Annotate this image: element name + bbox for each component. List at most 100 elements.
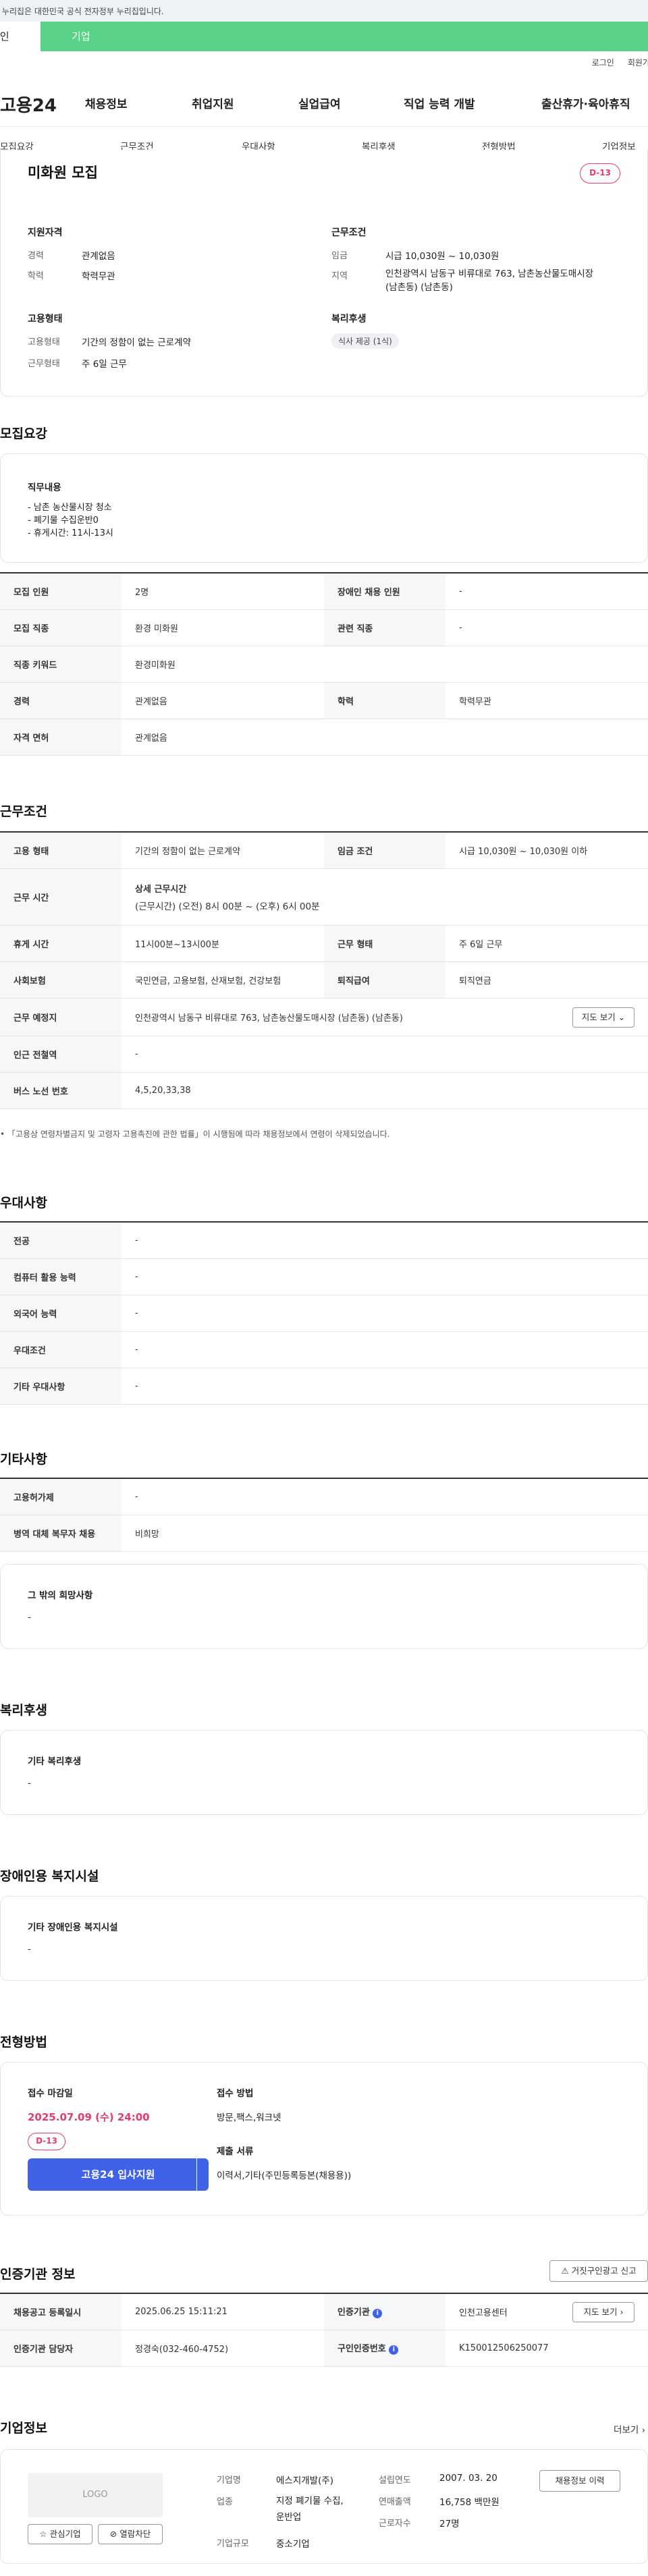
company-more-link[interactable]: 더보기 ›: [614, 2422, 645, 2436]
deadline-dday-badge: D-13: [28, 2133, 65, 2150]
table-row: 외국어 능력 -: [0, 1295, 648, 1332]
table-key: 인증기관 담당자: [0, 2330, 122, 2367]
login-link[interactable]: 로그인: [592, 58, 614, 67]
company-name-label: 기업명: [217, 2475, 241, 2486]
table-row: 모집 인원 2명 장애인 채용 인원 -: [0, 573, 648, 610]
etc-table: 고용허가제 - 병역 대체 복무자 채용 비희망: [0, 1478, 648, 1552]
emp-type-value: 기간의 정함이 없는 근로계약: [82, 337, 191, 348]
table-value: 환경미화원: [122, 646, 648, 683]
report-fake-ad-label: 거짓구인광고 신고: [571, 2266, 637, 2276]
nav-unemployment-benefit[interactable]: 실업급여: [298, 94, 341, 111]
nav-employment-support[interactable]: 취업지원: [192, 94, 234, 111]
table-value: 국민연금, 고용보험, 산재보험, 건강보험: [122, 961, 324, 999]
disabled-box-title: 기타 장애인용 복지시설: [28, 1922, 118, 1933]
table-key: 외국어 능력: [0, 1295, 122, 1332]
table-row: 고용허가제 -: [0, 1478, 648, 1515]
company-emp-label: 근로자수: [379, 2519, 411, 2529]
table-key: 직종 키워드: [0, 646, 122, 683]
join-link[interactable]: 회원가입: [628, 58, 648, 67]
map-view-button[interactable]: 지도 보기 ⌄: [572, 1007, 634, 1028]
table-key: 인증기관 i: [324, 2293, 446, 2330]
table-value: -: [122, 1222, 648, 1259]
table-value: 관계없음: [122, 682, 324, 719]
docs-value: 이력서,기타(주민등록등본(채용용)): [217, 2171, 352, 2181]
table-value: -: [122, 1478, 648, 1515]
table-value: -: [122, 1331, 648, 1368]
table-key: 사회보험: [0, 961, 122, 999]
table-row: 버스 노선 번호 4,5,20,33,38: [0, 1072, 648, 1109]
docs-label: 제출 서류: [217, 2146, 254, 2157]
table-key: 퇴직급여: [324, 961, 446, 999]
block-view-button[interactable]: ⊘ 열람차단: [98, 2524, 163, 2544]
time-value: (근무시간) (오전) 8시 00분 ~ (오후) 6시 00분: [135, 901, 320, 912]
table-value: 기간의 정함이 없는 근로계약: [122, 832, 324, 869]
company-more-label: 더보기: [614, 2425, 639, 2436]
block-label: 열람차단: [119, 2529, 151, 2539]
table-value: 퇴직연금: [446, 961, 648, 999]
utility-links: 로그인 회원가입: [578, 57, 648, 68]
table-row: 병역 대체 복무자 채용 비희망: [0, 1515, 648, 1552]
etc-wish-value: -: [28, 1612, 31, 1623]
tab-personal[interactable]: 개인: [0, 22, 40, 51]
duty-content: - 남촌 농산물시장 청소 - 폐기물 수집운반0 - 휴게시간: 11시-13…: [28, 501, 113, 540]
table-value: -: [446, 573, 648, 610]
star-icon: ☆: [39, 2529, 47, 2539]
welfare-box-value: -: [28, 1778, 31, 1789]
nav-jobs[interactable]: 채용정보: [85, 94, 128, 111]
table-row: 자격 면허 관계없음: [0, 719, 648, 756]
table-key: 자격 면허: [0, 719, 122, 756]
table-row: 휴게 시간 11시00분~13시00분 근무 형태 주 6일 근무: [0, 925, 648, 962]
emp-heading: 고용형태: [28, 314, 63, 325]
dday-badge: D-13: [580, 163, 620, 184]
table-key: 병역 대체 복무자 채용: [0, 1515, 122, 1552]
career-label: 경력: [28, 251, 44, 261]
table-key: 근무 시간: [0, 868, 122, 926]
site-logo[interactable]: 고용24: [0, 92, 57, 117]
disabled-box-value: -: [28, 1944, 31, 1955]
work-table: 고용 형태 기간의 정함이 없는 근로계약 임금 조건 시급 10,030원 ~…: [0, 831, 648, 1109]
apply-button[interactable]: 고용24 입사지원: [28, 2158, 209, 2191]
hiring-history-button[interactable]: 채용정보 이력: [539, 2470, 620, 2492]
chevron-right-icon: ›: [641, 2425, 645, 2436]
recruit-table: 모집 인원 2명 장애인 채용 인원 - 모집 직종 환경 미화원 관련 직종 …: [0, 572, 648, 756]
method-value: 방문,팩스,워크넷: [217, 2112, 281, 2123]
wage-value: 시급 10,030원 ~ 10,030원: [385, 251, 500, 262]
table-row: 모집 직종 환경 미화원 관련 직종 -: [0, 609, 648, 646]
company-sales-label: 연매출액: [379, 2497, 411, 2507]
table-row: 경력 관계없음 학력 학력무관: [0, 682, 648, 719]
method-label: 접수 방법: [217, 2088, 254, 2099]
info-icon[interactable]: i: [373, 2309, 383, 2319]
table-key: 근무 예정지: [0, 998, 122, 1036]
table-value: 2025.06.25 15:11:21: [122, 2293, 324, 2330]
cert-table: 채용공고 등록일시 2025.06.25 15:11:21 인증기관 i 인천고…: [0, 2293, 648, 2367]
table-row: 채용공고 등록일시 2025.06.25 15:11:21 인증기관 i 인천고…: [0, 2293, 648, 2330]
cert-map-label: 지도 보기: [583, 2307, 618, 2317]
user-type-tabs: 개인 기업: [0, 22, 648, 51]
table-row: 직종 키워드 환경미화원: [0, 646, 648, 683]
welfare-chip: 식사 제공 (1식): [331, 333, 399, 349]
table-key: 경력: [0, 682, 122, 719]
etc-wish-title: 그 밖의 희망사항: [28, 1590, 93, 1601]
table-value: 정경숙(032-460-4752): [122, 2330, 324, 2367]
deadline-label: 접수 마감일: [28, 2088, 73, 2099]
global-nav: 고용24 채용정보 취업지원 실업급여 직업 능력 개발 출산휴가·육아휴직: [0, 80, 648, 127]
table-key: 관련 직종: [324, 609, 446, 646]
tab-company[interactable]: 기업: [40, 22, 648, 51]
table-key: 모집 직종: [0, 609, 122, 646]
wage-label: 임금: [331, 251, 348, 261]
cert-map-button[interactable]: 지도 보기 ›: [572, 2302, 634, 2322]
report-fake-ad-button[interactable]: ⚠ 거짓구인광고 신고: [549, 2260, 648, 2282]
table-key: 임금 조건: [324, 832, 446, 869]
emp-type-label: 고용형태: [28, 337, 60, 347]
nav-skill-development[interactable]: 직업 능력 개발: [404, 94, 475, 111]
table-key: 학력: [324, 682, 446, 719]
table-row: 근무 시간 상세 근무시간 (근무시간) (오전) 8시 00분 ~ (오후) …: [0, 868, 648, 926]
pref-table: 전공 - 컴퓨터 활용 능력 - 외국어 능력 - 우대조건 - 기타 우대사항 -: [0, 1221, 648, 1405]
company-logo: LOGO: [28, 2473, 163, 2517]
nav-parental-leave[interactable]: 출산휴가·육아휴직: [541, 94, 630, 111]
company-card: LOGO ☆ 관심기업 ⊘ 열람차단 기업명 에스지개발(주) 업종 지정 폐기…: [0, 2449, 648, 2564]
info-icon[interactable]: i: [389, 2345, 399, 2355]
company-biz-label: 업종: [217, 2497, 233, 2507]
favorite-company-button[interactable]: ☆ 관심기업: [28, 2524, 92, 2544]
table-key: 모집 인원: [0, 573, 122, 610]
